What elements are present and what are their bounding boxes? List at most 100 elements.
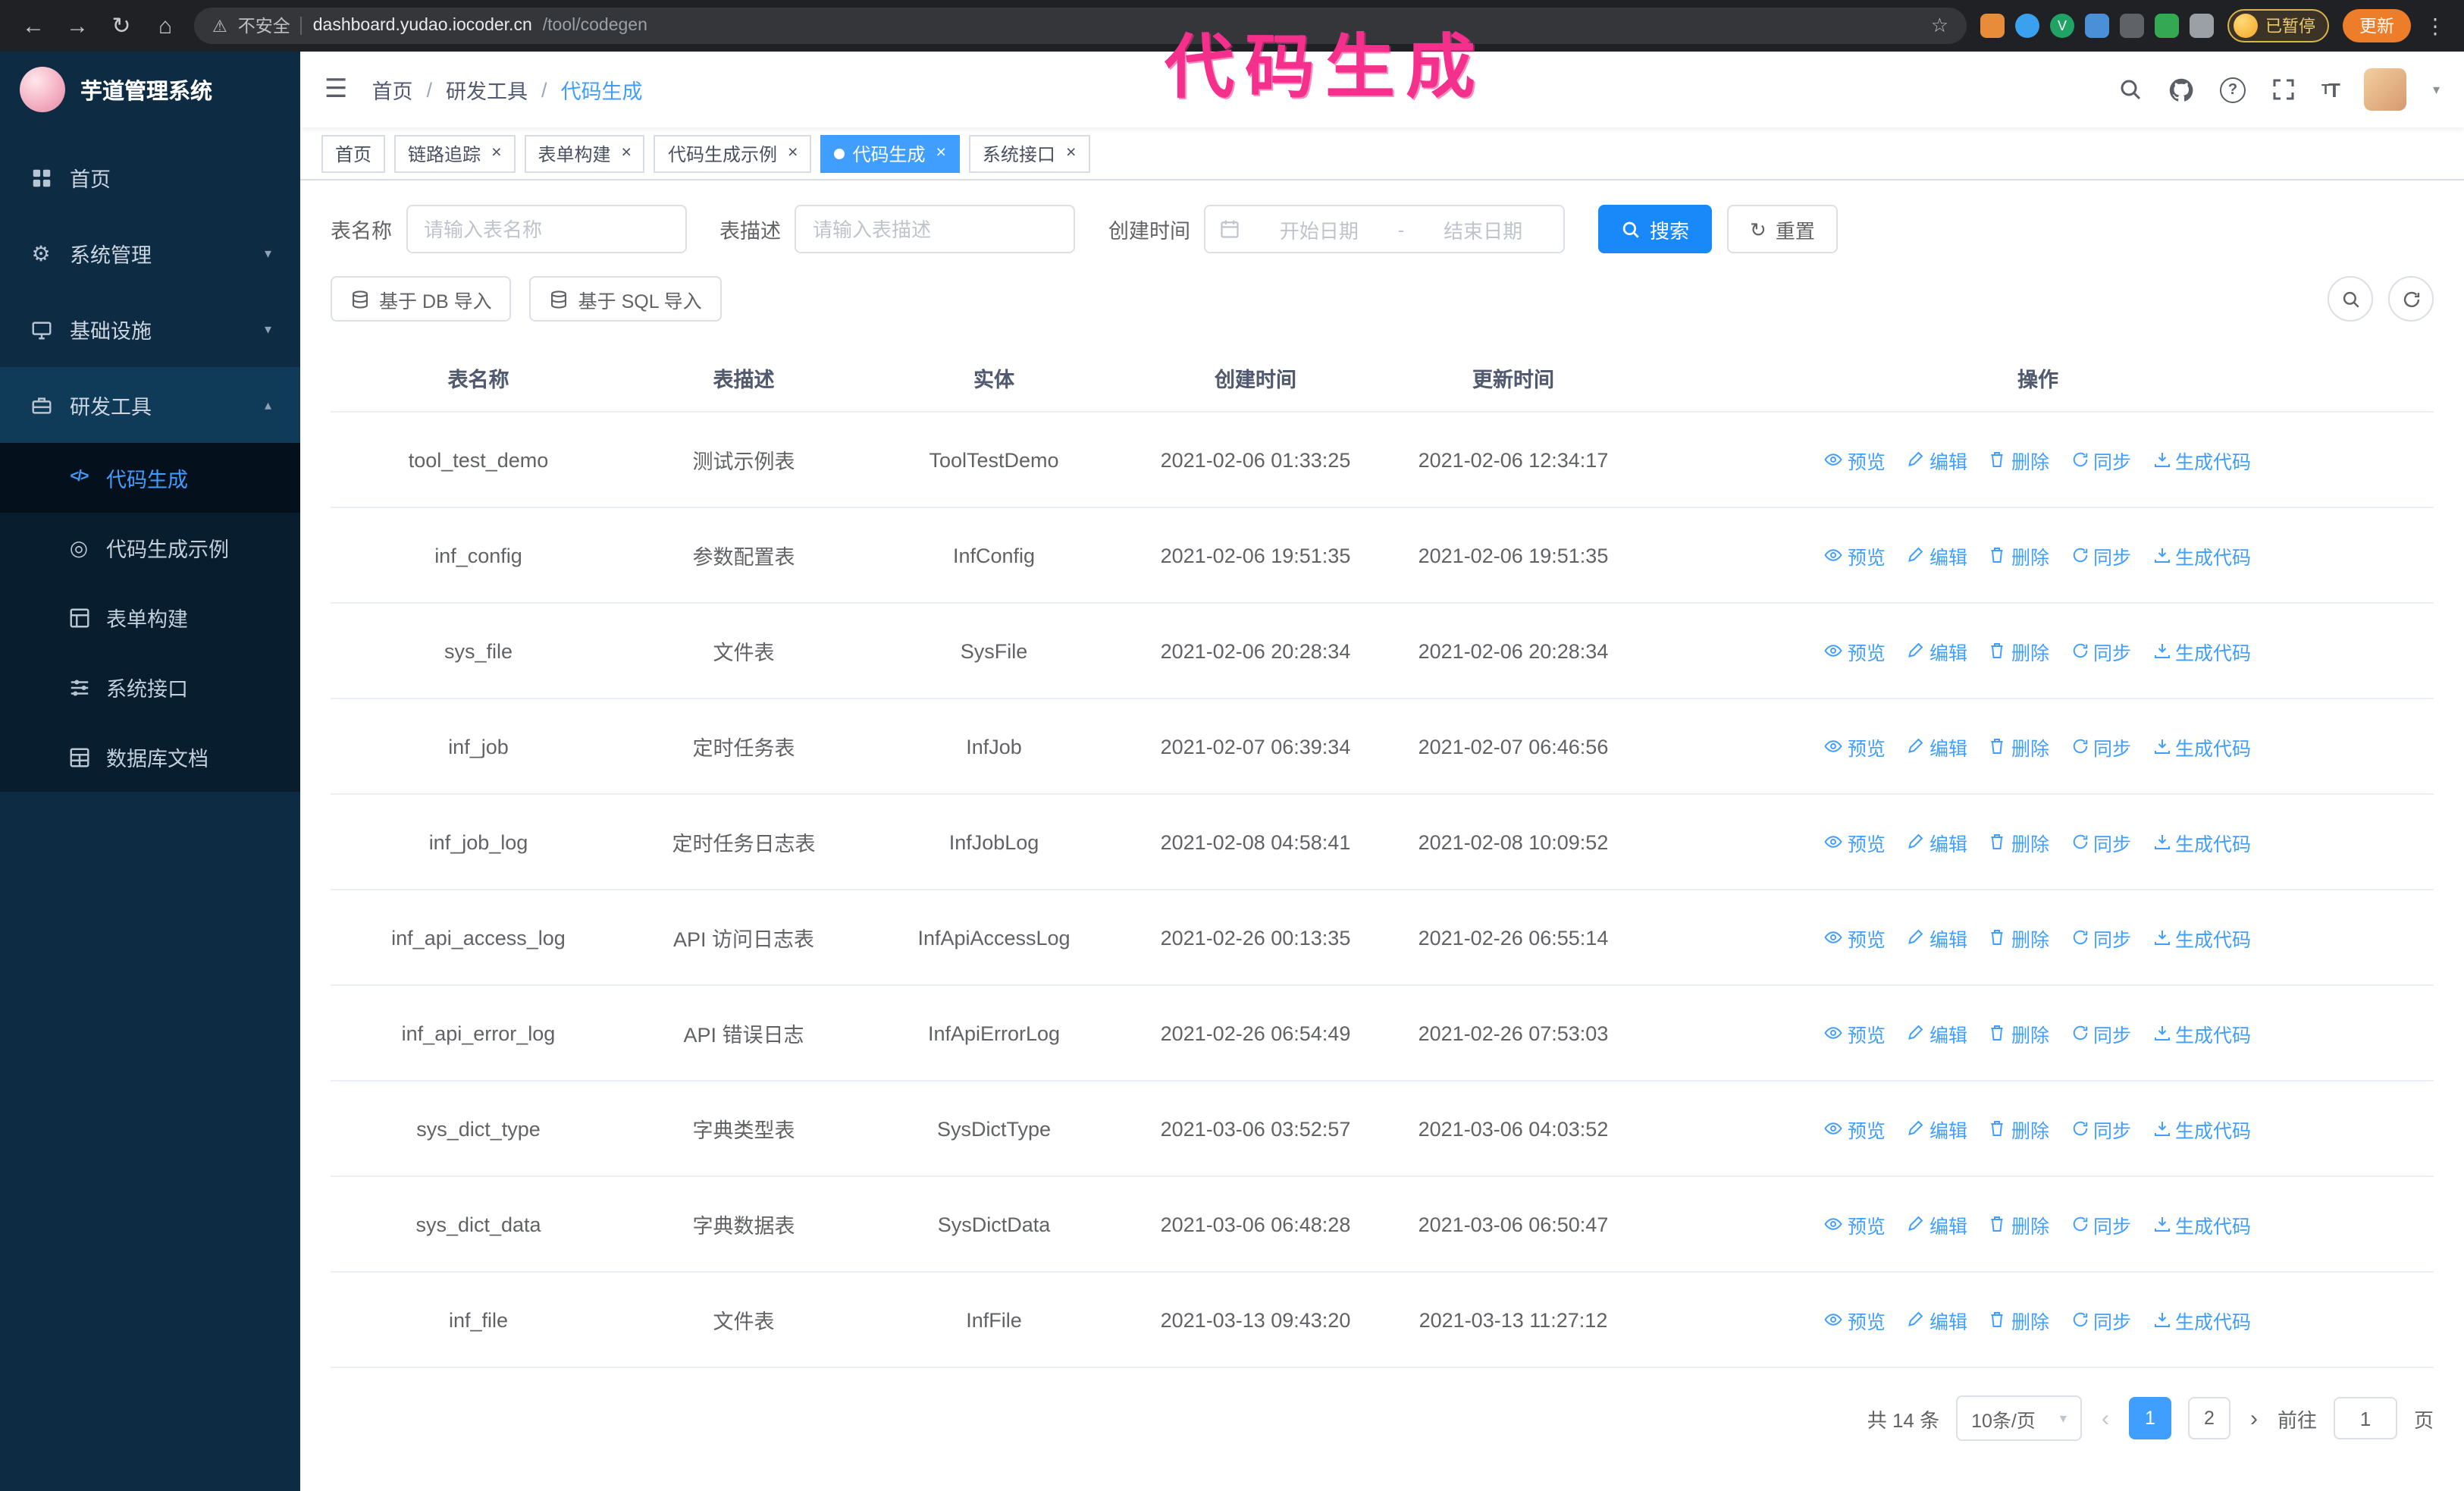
page-button-1[interactable]: 1: [2128, 1397, 2171, 1439]
app-logo[interactable]: 芋道管理系统: [0, 52, 300, 127]
sync-link[interactable]: 同步: [2071, 827, 2131, 856]
close-icon[interactable]: ×: [936, 144, 945, 162]
preview-link[interactable]: 预览: [1825, 923, 1886, 952]
sidebar-item-infrastructure[interactable]: 基础设施 ▾: [0, 291, 300, 367]
generate-code-link[interactable]: 生成代码: [2152, 1210, 2251, 1238]
sync-link[interactable]: 同步: [2071, 636, 2131, 665]
delete-link[interactable]: 删除: [1989, 1305, 2049, 1334]
import-db-button[interactable]: 基于 DB 导入: [331, 276, 512, 322]
search-icon[interactable]: [2118, 77, 2143, 102]
next-page-button[interactable]: ›: [2247, 1405, 2261, 1431]
address-bar[interactable]: ⚠ 不安全 dashboard.yudao.iocoder.cn/tool/co…: [194, 8, 1967, 44]
generate-code-link[interactable]: 生成代码: [2152, 1305, 2251, 1334]
edit-link[interactable]: 编辑: [1907, 1114, 1967, 1143]
import-sql-button[interactable]: 基于 SQL 导入: [529, 276, 722, 322]
sidebar-subitem-codegen-example[interactable]: ◎ 代码生成示例: [0, 513, 300, 582]
sync-link[interactable]: 同步: [2071, 732, 2131, 761]
close-icon[interactable]: ×: [491, 144, 501, 162]
browser-forward-icon[interactable]: →: [62, 13, 92, 39]
edit-link[interactable]: 编辑: [1907, 1210, 1967, 1238]
preview-link[interactable]: 预览: [1825, 732, 1886, 761]
extensions-puzzle-icon[interactable]: [2190, 14, 2214, 38]
browser-back-icon[interactable]: ←: [18, 13, 49, 39]
browser-menu-icon[interactable]: ⋮: [2425, 13, 2446, 39]
extension-icon-6[interactable]: [2155, 14, 2179, 38]
extension-icon-5[interactable]: [2120, 14, 2144, 38]
preview-link[interactable]: 预览: [1825, 1114, 1886, 1143]
search-toggle-button[interactable]: [2328, 276, 2373, 322]
search-button[interactable]: 搜索: [1598, 205, 1713, 253]
generate-code-link[interactable]: 生成代码: [2152, 732, 2251, 761]
extension-icon-3[interactable]: V: [2050, 14, 2074, 38]
delete-link[interactable]: 删除: [1989, 923, 2049, 952]
user-menu-caret-icon[interactable]: ▾: [2433, 81, 2440, 98]
breadcrumb-dev-tools[interactable]: 研发工具: [446, 74, 528, 105]
extension-icon-4[interactable]: [2085, 14, 2109, 38]
preview-link[interactable]: 预览: [1825, 1305, 1886, 1334]
github-icon[interactable]: [2168, 77, 2194, 102]
preview-link[interactable]: 预览: [1825, 1210, 1886, 1238]
generate-code-link[interactable]: 生成代码: [2152, 923, 2251, 952]
edit-link[interactable]: 编辑: [1907, 1305, 1967, 1334]
table-name-input[interactable]: [406, 205, 686, 253]
delete-link[interactable]: 删除: [1989, 636, 2049, 665]
sync-paused-chip[interactable]: 已暂停: [2227, 9, 2329, 42]
sidebar-toggle-icon[interactable]: ☰: [324, 74, 348, 105]
user-avatar[interactable]: [2364, 68, 2407, 111]
delete-link[interactable]: 删除: [1989, 445, 2049, 474]
page-button-2[interactable]: 2: [2187, 1397, 2230, 1439]
delete-link[interactable]: 删除: [1989, 732, 2049, 761]
extension-icon-2[interactable]: [2015, 14, 2039, 38]
tab-form-builder[interactable]: 表单构建 ×: [524, 134, 645, 172]
sync-link[interactable]: 同步: [2071, 1210, 2131, 1238]
close-icon[interactable]: ×: [788, 144, 798, 162]
update-button[interactable]: 更新: [2343, 9, 2411, 42]
tab-home[interactable]: 首页: [321, 134, 386, 172]
generate-code-link[interactable]: 生成代码: [2152, 1019, 2251, 1047]
sidebar-item-dev-tools[interactable]: 研发工具 ▴: [0, 367, 300, 443]
delete-link[interactable]: 删除: [1989, 827, 2049, 856]
sidebar-subitem-db-doc[interactable]: 数据库文档: [0, 722, 300, 792]
edit-link[interactable]: 编辑: [1907, 636, 1967, 665]
generate-code-link[interactable]: 生成代码: [2152, 541, 2251, 570]
delete-link[interactable]: 删除: [1989, 541, 2049, 570]
refresh-table-button[interactable]: [2388, 276, 2434, 322]
close-icon[interactable]: ×: [1066, 144, 1076, 162]
preview-link[interactable]: 预览: [1825, 445, 1886, 474]
bookmark-star-icon[interactable]: ☆: [1931, 14, 1948, 38]
sidebar-item-system-mgmt[interactable]: ⚙ 系统管理 ▾: [0, 215, 300, 291]
fullscreen-icon[interactable]: [2271, 77, 2296, 102]
font-size-icon[interactable]: TT: [2321, 78, 2340, 101]
help-icon[interactable]: ?: [2220, 77, 2246, 102]
preview-link[interactable]: 预览: [1825, 541, 1886, 570]
preview-link[interactable]: 预览: [1825, 1019, 1886, 1047]
sidebar-subitem-codegen[interactable]: </> 代码生成: [0, 443, 300, 513]
breadcrumb-home[interactable]: 首页: [372, 74, 413, 105]
sync-link[interactable]: 同步: [2071, 923, 2131, 952]
delete-link[interactable]: 删除: [1989, 1210, 2049, 1238]
edit-link[interactable]: 编辑: [1907, 1019, 1967, 1047]
browser-reload-icon[interactable]: ↻: [106, 12, 136, 39]
tab-trace[interactable]: 链路追踪 ×: [394, 134, 516, 172]
table-desc-input[interactable]: [795, 205, 1075, 253]
edit-link[interactable]: 编辑: [1907, 923, 1967, 952]
tab-system-api[interactable]: 系统接口 ×: [968, 134, 1090, 172]
sidebar-subitem-form-builder[interactable]: 表单构建: [0, 582, 300, 652]
delete-link[interactable]: 删除: [1989, 1019, 2049, 1047]
sync-link[interactable]: 同步: [2071, 541, 2131, 570]
generate-code-link[interactable]: 生成代码: [2152, 1114, 2251, 1143]
sidebar-subitem-system-api[interactable]: 系统接口: [0, 652, 300, 722]
tab-codegen[interactable]: 代码生成 ×: [820, 134, 960, 172]
sidebar-item-home[interactable]: 首页: [0, 140, 300, 215]
delete-link[interactable]: 删除: [1989, 1114, 2049, 1143]
generate-code-link[interactable]: 生成代码: [2152, 445, 2251, 474]
edit-link[interactable]: 编辑: [1907, 445, 1967, 474]
edit-link[interactable]: 编辑: [1907, 732, 1967, 761]
goto-page-input[interactable]: [2333, 1397, 2397, 1439]
sync-link[interactable]: 同步: [2071, 1114, 2131, 1143]
edit-link[interactable]: 编辑: [1907, 827, 1967, 856]
sync-link[interactable]: 同步: [2071, 445, 2131, 474]
close-icon[interactable]: ×: [622, 144, 632, 162]
reset-button[interactable]: ↻ 重置: [1727, 205, 1838, 253]
tab-codegen-example[interactable]: 代码生成示例 ×: [654, 134, 812, 172]
